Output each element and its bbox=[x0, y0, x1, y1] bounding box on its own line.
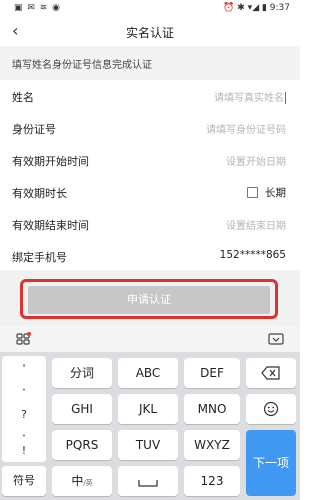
text-cursor bbox=[285, 92, 286, 104]
status-right: ⏰ ✱ ▾◢ ▮ 9:37 bbox=[223, 3, 290, 13]
long-term-checkbox[interactable] bbox=[247, 187, 258, 198]
name-input[interactable]: 请填写真实姓名 bbox=[214, 89, 286, 104]
name-row[interactable]: 姓名 请填写真实姓名 bbox=[0, 80, 300, 113]
start-date-picker[interactable]: 设置开始日期 bbox=[226, 153, 286, 168]
name-placeholder: 请填写真实姓名 bbox=[214, 93, 284, 104]
end-date-picker[interactable]: 设置结束日期 bbox=[226, 217, 286, 232]
emoji-key[interactable] bbox=[246, 394, 296, 424]
backspace-icon bbox=[261, 366, 280, 380]
keyboard-toolbar bbox=[0, 326, 300, 353]
space-key[interactable] bbox=[118, 466, 178, 496]
end-date-row[interactable]: 有效期结束时间 设置结束日期 bbox=[0, 208, 300, 241]
status-bar: ▣ ✉ ≋ ◉ ⏰ ✱ ▾◢ ▮ 9:37 bbox=[0, 0, 300, 18]
status-left-icons: ▣ ✉ ≋ ◉ bbox=[14, 3, 62, 13]
end-date-label: 有效期结束时间 bbox=[12, 219, 89, 232]
id-input[interactable]: 请填写身份证号码 bbox=[206, 121, 286, 136]
keyboard-hide-icon[interactable] bbox=[268, 333, 284, 345]
page-title: 实名认证 bbox=[125, 26, 174, 40]
long-term-label[interactable]: 长期 bbox=[265, 185, 286, 200]
notice-banner: 填写姓名身份证号信息完成认证 bbox=[0, 46, 300, 80]
grid-icon[interactable] bbox=[16, 332, 32, 346]
submit-button[interactable]: 申请认证 bbox=[28, 286, 270, 314]
key-fenci[interactable]: 分词 bbox=[52, 358, 112, 388]
next-key[interactable]: 下一项 bbox=[246, 430, 296, 496]
key-ghi[interactable]: GHI bbox=[52, 394, 112, 424]
start-date-label: 有效期开始时间 bbox=[12, 155, 89, 168]
number-key[interactable]: 123 bbox=[184, 466, 240, 496]
key-mno[interactable]: MNO bbox=[184, 394, 240, 424]
phone-label: 绑定手机号 bbox=[12, 251, 67, 264]
emoji-icon bbox=[263, 401, 279, 417]
key-def[interactable]: DEF bbox=[184, 358, 240, 388]
language-key[interactable]: 中/英 bbox=[52, 466, 112, 496]
duration-label: 有效期时长 bbox=[12, 187, 67, 200]
notice-text: 填写姓名身份证号信息完成认证 bbox=[12, 60, 152, 71]
id-row[interactable]: 身份证号 请填写身份证号码 bbox=[0, 112, 300, 145]
id-label: 身份证号 bbox=[12, 123, 56, 136]
symbol-key[interactable]: 符号 bbox=[2, 466, 46, 496]
symbol-question[interactable]: ? bbox=[2, 408, 46, 421]
key-pqrs[interactable]: PQRS bbox=[52, 430, 112, 460]
language-sub-label: /英 bbox=[83, 479, 93, 487]
symbol-apostrophe[interactable]: ' bbox=[2, 362, 46, 375]
start-date-row[interactable]: 有效期开始时间 设置开始日期 bbox=[0, 144, 300, 177]
nav-bar: ‹ 实名认证 bbox=[0, 18, 300, 46]
dot-separator: • bbox=[21, 386, 27, 394]
backspace-key[interactable] bbox=[246, 358, 296, 388]
key-jkl[interactable]: JKL bbox=[118, 394, 178, 424]
key-tuv[interactable]: TUV bbox=[118, 430, 178, 460]
space-icon bbox=[138, 480, 158, 487]
phone-value: 152*****865 bbox=[219, 249, 286, 261]
name-label: 姓名 bbox=[12, 91, 34, 104]
dot-separator: • bbox=[21, 432, 27, 440]
symbol-exclaim[interactable]: ! bbox=[2, 444, 46, 457]
duration-row: 有效期时长 长期 bbox=[0, 176, 300, 209]
phone-row: 绑定手机号 152*****865 bbox=[0, 240, 300, 272]
language-label: 中 bbox=[71, 474, 84, 488]
key-abc[interactable]: ABC bbox=[118, 358, 178, 388]
key-wxyz[interactable]: WXYZ bbox=[184, 430, 240, 460]
symbol-list[interactable]: ' • ? • ! bbox=[2, 356, 46, 462]
